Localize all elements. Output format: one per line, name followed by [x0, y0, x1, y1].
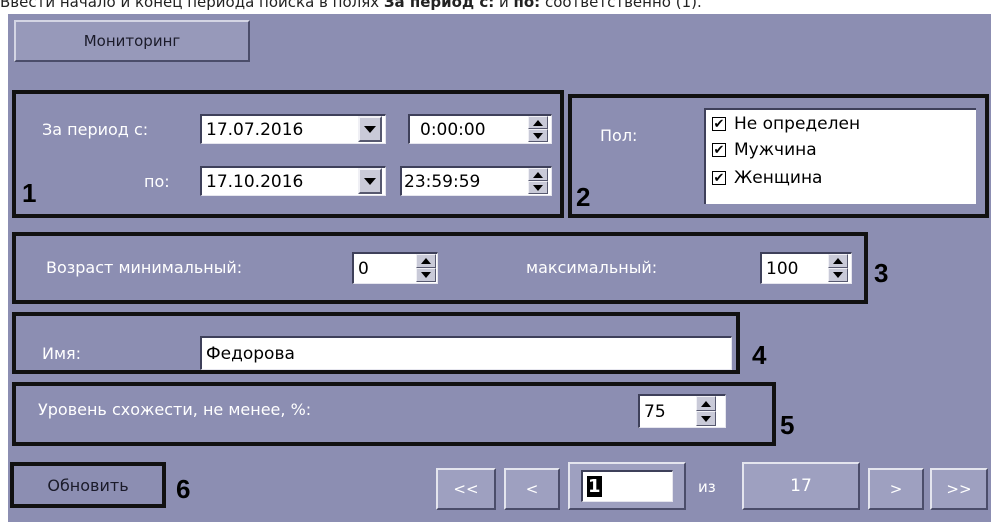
checkbox-checked-icon[interactable]: ✔	[712, 117, 726, 131]
arrow-up-icon	[833, 258, 843, 264]
pager-next-button[interactable]: >	[868, 468, 924, 510]
pager-total-box: 17	[742, 462, 860, 510]
age-min-value: 0	[358, 258, 369, 279]
spinner-down-button[interactable]	[696, 411, 716, 426]
age-max-value: 100	[766, 258, 799, 279]
age-min-label: Возраст минимальный:	[46, 258, 243, 277]
period-to-label: по:	[144, 172, 170, 191]
marker-4: 4	[752, 340, 767, 370]
pager-current-input[interactable]: 1	[581, 470, 673, 502]
from-time-value: 0:00:00	[420, 119, 486, 140]
pager-total-value: 17	[790, 476, 812, 496]
arrow-up-icon	[533, 119, 543, 126]
spinner-up-button[interactable]	[828, 254, 848, 268]
gender-option-label: Мужчина	[734, 140, 817, 160]
gender-option-undefined[interactable]: ✔ Не определен	[712, 112, 860, 136]
chevron-down-icon	[364, 125, 376, 133]
gender-option-female[interactable]: ✔ Женщина	[712, 166, 822, 190]
checkbox-checked-icon[interactable]: ✔	[712, 143, 726, 157]
marker-2: 2	[576, 182, 591, 212]
refresh-button-label: Обновить	[47, 475, 129, 495]
pager-prev-label: <	[525, 480, 539, 498]
monitoring-button[interactable]: Мониторинг	[14, 20, 250, 62]
similarity-label: Уровень схожести, не менее, %:	[38, 400, 312, 419]
to-time-value: 23:59:59	[404, 171, 481, 192]
arrow-down-icon	[421, 272, 431, 278]
caption-prefix: Ввести начало и конец периода поиска в п…	[0, 0, 384, 11]
arrow-down-icon	[533, 184, 543, 191]
age-max-spinner[interactable]	[828, 254, 848, 282]
name-value: Федорова	[206, 343, 295, 364]
spinner-up-button[interactable]	[416, 254, 436, 268]
pager-first-button[interactable]: <<	[436, 468, 496, 510]
pager-of-label: из	[698, 478, 716, 496]
spinner-down-button[interactable]	[528, 181, 548, 194]
gender-option-male[interactable]: ✔ Мужчина	[712, 138, 817, 162]
age-min-spinner[interactable]	[416, 254, 436, 282]
arrow-down-icon	[833, 272, 843, 278]
marker-1: 1	[22, 178, 37, 208]
refresh-button[interactable]: Обновить	[16, 466, 160, 504]
from-time-spinner[interactable]	[528, 116, 548, 142]
chevron-down-icon	[364, 177, 376, 185]
checkbox-checked-icon[interactable]: ✔	[712, 171, 726, 185]
to-date-value: 17.10.2016	[206, 171, 304, 192]
from-date-dropdown[interactable]	[358, 116, 382, 142]
pager-last-label: >>	[946, 480, 972, 498]
pager-current-box: 1	[568, 462, 686, 510]
spinner-down-button[interactable]	[416, 268, 436, 282]
spinner-down-button[interactable]	[828, 268, 848, 282]
caption-bold-to: по:	[513, 0, 541, 11]
arrow-up-icon	[533, 171, 543, 178]
spinner-up-button[interactable]	[696, 396, 716, 411]
name-field[interactable]: Федорова	[200, 336, 732, 370]
name-label: Имя:	[42, 344, 82, 363]
similarity-value: 75	[644, 401, 666, 422]
pager-next-label: >	[889, 480, 903, 498]
caption-middle: и	[494, 0, 514, 11]
arrow-up-icon	[701, 400, 711, 407]
to-date-dropdown[interactable]	[358, 168, 382, 194]
period-section-frame	[12, 90, 564, 218]
gender-checklist: ✔ Не определен ✔ Мужчина ✔ Женщина	[704, 108, 976, 204]
gender-option-label: Не определен	[734, 114, 861, 134]
to-time-spinner[interactable]	[528, 168, 548, 194]
spinner-up-button[interactable]	[528, 116, 548, 129]
spinner-up-button[interactable]	[528, 168, 548, 181]
marker-3: 3	[874, 258, 889, 288]
pager-last-button[interactable]: >>	[930, 468, 988, 510]
pager-current-value: 1	[587, 476, 602, 497]
similarity-spinner[interactable]	[696, 396, 716, 426]
arrow-down-icon	[533, 132, 543, 139]
spinner-down-button[interactable]	[528, 129, 548, 142]
age-max-label: максимальный:	[526, 258, 658, 277]
monitoring-button-label: Мониторинг	[83, 32, 181, 50]
gender-option-label: Женщина	[734, 168, 823, 188]
pager-first-label: <<	[453, 480, 479, 498]
arrow-down-icon	[701, 415, 711, 422]
period-from-label: За период с:	[42, 120, 149, 139]
marker-5: 5	[780, 410, 795, 440]
caption-bold-from: За период с:	[383, 0, 495, 11]
caption-suffix: соответственно (1).	[540, 0, 702, 11]
arrow-up-icon	[421, 258, 431, 264]
from-date-value: 17.07.2016	[206, 119, 304, 140]
search-panel: Мониторинг За период с: по: 17.07.2016 0…	[8, 14, 991, 522]
pager-prev-button[interactable]: <	[504, 468, 560, 510]
marker-6: 6	[176, 474, 191, 504]
gender-label: Пол:	[600, 126, 638, 145]
top-caption: Ввести начало и конец периода поиска в п…	[0, 0, 991, 13]
